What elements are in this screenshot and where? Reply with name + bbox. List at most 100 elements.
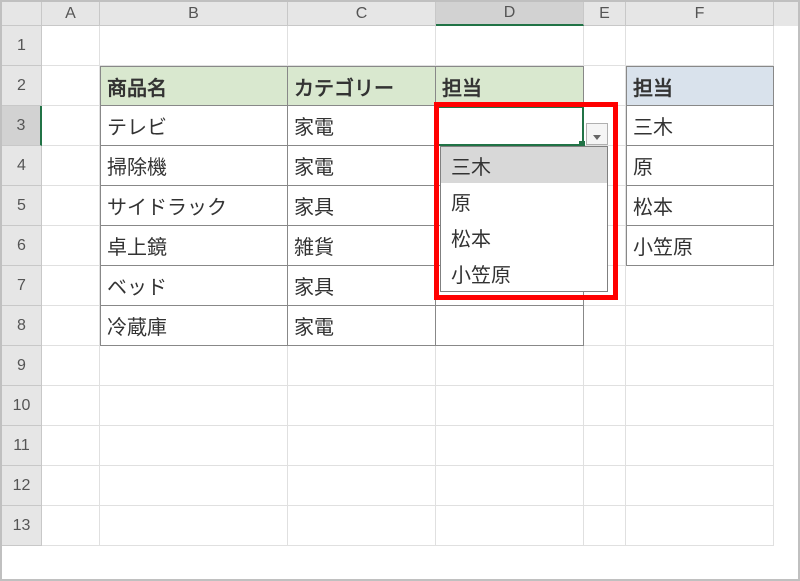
- cell-A7[interactable]: [42, 266, 100, 306]
- row-10: 10: [2, 386, 798, 426]
- cell-C4[interactable]: 家電: [288, 146, 436, 186]
- cell-F13[interactable]: [626, 506, 774, 546]
- cell-D3[interactable]: [436, 106, 584, 146]
- dropdown-option-0[interactable]: 三木: [441, 147, 607, 183]
- cell-E11[interactable]: [584, 426, 626, 466]
- cell-A1[interactable]: [42, 26, 100, 66]
- cell-B6[interactable]: 卓上鏡: [100, 226, 288, 266]
- col-header-B[interactable]: B: [100, 2, 288, 26]
- cell-D11[interactable]: [436, 426, 584, 466]
- cell-C2-header-category[interactable]: カテゴリー: [288, 66, 436, 106]
- row-13: 13: [2, 506, 798, 546]
- data-validation-dropdown-button[interactable]: [586, 123, 608, 145]
- col-header-C[interactable]: C: [288, 2, 436, 26]
- row-header-1[interactable]: 1: [2, 26, 42, 66]
- row-header-9[interactable]: 9: [2, 346, 42, 386]
- cell-A13[interactable]: [42, 506, 100, 546]
- col-header-F[interactable]: F: [626, 2, 774, 26]
- row-11: 11: [2, 426, 798, 466]
- cell-B12[interactable]: [100, 466, 288, 506]
- dropdown-option-1[interactable]: 原: [441, 183, 607, 219]
- cell-C9[interactable]: [288, 346, 436, 386]
- cell-D1[interactable]: [436, 26, 584, 66]
- cell-A2[interactable]: [42, 66, 100, 106]
- cell-B10[interactable]: [100, 386, 288, 426]
- row-header-4[interactable]: 4: [2, 146, 42, 186]
- row-header-7[interactable]: 7: [2, 266, 42, 306]
- row-header-5[interactable]: 5: [2, 186, 42, 226]
- col-header-E[interactable]: E: [584, 2, 626, 26]
- cell-E10[interactable]: [584, 386, 626, 426]
- col-header-D[interactable]: D: [436, 2, 584, 26]
- cell-E1[interactable]: [584, 26, 626, 66]
- cell-C1[interactable]: [288, 26, 436, 66]
- cell-D10[interactable]: [436, 386, 584, 426]
- cell-A6[interactable]: [42, 226, 100, 266]
- cell-F7[interactable]: [626, 266, 774, 306]
- row-header-12[interactable]: 12: [2, 466, 42, 506]
- cell-C11[interactable]: [288, 426, 436, 466]
- data-validation-dropdown-list[interactable]: 三木 原 松本 小笠原: [440, 146, 608, 292]
- cell-B3[interactable]: テレビ: [100, 106, 288, 146]
- cell-C10[interactable]: [288, 386, 436, 426]
- cell-A4[interactable]: [42, 146, 100, 186]
- cell-C6[interactable]: 雑貨: [288, 226, 436, 266]
- cell-A12[interactable]: [42, 466, 100, 506]
- cell-A10[interactable]: [42, 386, 100, 426]
- cell-A9[interactable]: [42, 346, 100, 386]
- row-header-11[interactable]: 11: [2, 426, 42, 466]
- cell-E13[interactable]: [584, 506, 626, 546]
- cell-C7[interactable]: 家具: [288, 266, 436, 306]
- cell-B1[interactable]: [100, 26, 288, 66]
- row-header-13[interactable]: 13: [2, 506, 42, 546]
- chevron-down-icon: [593, 123, 601, 146]
- cell-D8[interactable]: [436, 306, 584, 346]
- cell-B11[interactable]: [100, 426, 288, 466]
- cell-F4[interactable]: 原: [626, 146, 774, 186]
- cell-B13[interactable]: [100, 506, 288, 546]
- cell-A5[interactable]: [42, 186, 100, 226]
- row-header-3[interactable]: 3: [2, 106, 42, 146]
- cell-D2-header-assignee[interactable]: 担当: [436, 66, 584, 106]
- cell-A8[interactable]: [42, 306, 100, 346]
- col-header-A[interactable]: A: [42, 2, 100, 26]
- cell-E8[interactable]: [584, 306, 626, 346]
- cell-F10[interactable]: [626, 386, 774, 426]
- cell-B7[interactable]: ベッド: [100, 266, 288, 306]
- cell-D9[interactable]: [436, 346, 584, 386]
- cell-B2-header-product[interactable]: 商品名: [100, 66, 288, 106]
- cell-F6[interactable]: 小笠原: [626, 226, 774, 266]
- cell-F5[interactable]: 松本: [626, 186, 774, 226]
- cell-F1[interactable]: [626, 26, 774, 66]
- cell-B8[interactable]: 冷蔵庫: [100, 306, 288, 346]
- cell-F8[interactable]: [626, 306, 774, 346]
- row-header-10[interactable]: 10: [2, 386, 42, 426]
- cell-E9[interactable]: [584, 346, 626, 386]
- cell-B9[interactable]: [100, 346, 288, 386]
- cell-E12[interactable]: [584, 466, 626, 506]
- cell-C13[interactable]: [288, 506, 436, 546]
- row-header-6[interactable]: 6: [2, 226, 42, 266]
- cell-C8[interactable]: 家電: [288, 306, 436, 346]
- cell-F11[interactable]: [626, 426, 774, 466]
- cell-F2-header-assignee2[interactable]: 担当: [626, 66, 774, 106]
- select-all-corner[interactable]: [2, 2, 42, 26]
- cell-F12[interactable]: [626, 466, 774, 506]
- cell-F9[interactable]: [626, 346, 774, 386]
- cell-C12[interactable]: [288, 466, 436, 506]
- dropdown-option-2[interactable]: 松本: [441, 219, 607, 255]
- cell-A11[interactable]: [42, 426, 100, 466]
- cell-C5[interactable]: 家具: [288, 186, 436, 226]
- cell-C3[interactable]: 家電: [288, 106, 436, 146]
- row-header-8[interactable]: 8: [2, 306, 42, 346]
- cell-D12[interactable]: [436, 466, 584, 506]
- cell-B5[interactable]: サイドラック: [100, 186, 288, 226]
- cell-F3[interactable]: 三木: [626, 106, 774, 146]
- cell-E2[interactable]: [584, 66, 626, 106]
- row-header-2[interactable]: 2: [2, 66, 42, 106]
- dropdown-option-3[interactable]: 小笠原: [441, 255, 607, 291]
- cell-A3[interactable]: [42, 106, 100, 146]
- cell-D13[interactable]: [436, 506, 584, 546]
- cell-B4[interactable]: 掃除機: [100, 146, 288, 186]
- row-5: 5 サイドラック 家具 松本: [2, 186, 798, 226]
